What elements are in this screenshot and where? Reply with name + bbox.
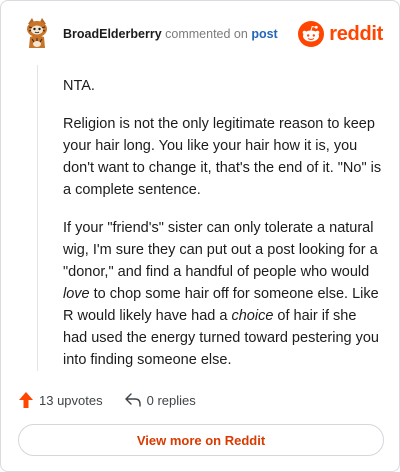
comment-header: BroadElderberry commented on post reddit — [19, 15, 383, 55]
comment-paragraph: Religion is not the only legitimate reas… — [63, 116, 382, 198]
avatar[interactable] — [19, 15, 55, 51]
reply-button[interactable]: 0 replies — [124, 392, 196, 408]
snoo-avatar-icon — [27, 18, 47, 48]
reddit-wordmark: reddit — [329, 22, 383, 45]
comment-emphasis: love — [63, 286, 90, 302]
comment-emphasis: choice — [231, 308, 274, 324]
upvote-arrow-icon — [19, 392, 33, 408]
byline: BroadElderberry commented on post — [63, 27, 278, 41]
reddit-comment-embed: BroadElderberry commented on post reddit… — [0, 0, 400, 472]
reply-count: 0 replies — [146, 392, 196, 408]
author-name[interactable]: BroadElderberry — [63, 27, 162, 41]
comment-body: NTA. Religion is not the only legitimate… — [63, 75, 383, 387]
reddit-brand[interactable]: reddit — [298, 20, 383, 48]
thread-line — [37, 65, 38, 371]
upvote-button[interactable]: 13 upvotes — [19, 392, 103, 408]
comment-paragraph: NTA. — [63, 78, 95, 94]
post-link[interactable]: post — [251, 27, 277, 41]
byline-action-text: commented on — [165, 27, 248, 41]
view-more-button[interactable]: View more on Reddit — [18, 424, 384, 456]
upvote-count: 13 upvotes — [39, 392, 103, 408]
comment-actions: 13 upvotes 0 replies — [19, 389, 218, 411]
reddit-logo-icon — [298, 21, 325, 47]
comment-text: If your "friend's" sister can only toler… — [63, 220, 378, 280]
comment-paragraph: If your "friend's" sister can only toler… — [63, 217, 383, 371]
reply-arrow-icon — [124, 393, 141, 407]
